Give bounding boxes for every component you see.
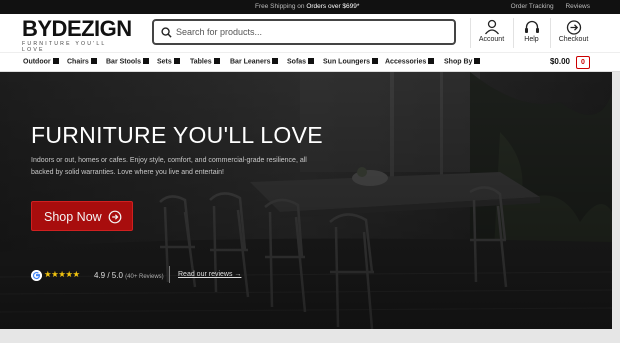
dropdown-indicator-icon — [372, 58, 379, 64]
nav-item-sun-loungers[interactable]: Sun Loungers — [323, 58, 379, 66]
dropdown-indicator-icon — [428, 58, 435, 64]
nav-item-accessories[interactable]: Accessories — [385, 58, 435, 66]
checkout-button[interactable]: Checkout — [550, 18, 596, 48]
search-icon — [161, 27, 172, 38]
nav-item-shop-by[interactable]: Shop By — [444, 58, 481, 66]
logo-wordmark: BYDEZIGN — [22, 16, 132, 41]
shop-now-label: Shop Now — [44, 210, 102, 224]
help-button[interactable]: Help — [513, 18, 549, 48]
nav-item-outdoor[interactable]: Outdoor — [23, 58, 59, 66]
shipping-notice: Free Shipping on Orders over $699* — [255, 3, 360, 10]
cart-button[interactable]: $0.00 0 — [550, 56, 590, 69]
dropdown-indicator-icon — [143, 58, 150, 64]
hero-subtitle: Indoors or out, homes or cafes. Enjoy st… — [31, 157, 307, 176]
star-rating: ★★★★★ — [44, 269, 80, 279]
dropdown-indicator-icon — [213, 58, 220, 64]
read-reviews-link[interactable]: Read our reviews → — [178, 271, 241, 278]
site-logo[interactable]: BYDEZIGN FURNITURE YOU'LL LOVE — [22, 16, 132, 54]
nav-item-chairs[interactable]: Chairs — [67, 58, 97, 66]
nav-item-tables[interactable]: Tables — [190, 58, 220, 66]
rating-divider — [169, 266, 170, 283]
hero-title: FURNITURE YOU'LL LOVE — [31, 122, 323, 148]
dropdown-indicator-icon — [173, 58, 180, 64]
cart-total: $0.00 — [549, 57, 570, 66]
user-icon — [484, 19, 500, 35]
reviews-link[interactable]: Reviews — [565, 3, 590, 10]
site-header: BYDEZIGN FURNITURE YOU'LL LOVE Account H… — [0, 14, 620, 54]
review-count: (40+ Reviews) — [125, 274, 164, 280]
dropdown-indicator-icon — [308, 58, 315, 64]
google-icon — [31, 270, 42, 281]
dropdown-indicator-icon — [272, 58, 279, 64]
nav-item-sofas[interactable]: Sofas — [287, 58, 315, 66]
cart-count-badge: 0 — [576, 56, 590, 69]
shop-now-button[interactable]: Shop Now — [31, 201, 133, 231]
arrow-circle-right-icon — [108, 210, 122, 224]
help-label: Help — [524, 36, 539, 43]
nav-item-bar-leaners[interactable]: Bar Leaners — [230, 58, 279, 66]
headset-icon — [525, 20, 539, 33]
order-tracking-link[interactable]: Order Tracking — [511, 3, 554, 10]
rating-score: 4.9 / 5.0 (40+ Reviews) — [94, 271, 164, 280]
announcement-bar: Free Shipping on Orders over $699* Order… — [0, 0, 620, 14]
top-links: Order Tracking Reviews — [501, 3, 590, 10]
account-button[interactable]: Account — [470, 18, 512, 48]
dropdown-indicator-icon — [474, 58, 481, 64]
hero-banner: FURNITURE YOU'LL LOVE Indoors or out, ho… — [0, 72, 612, 329]
nav-item-sets[interactable]: Sets — [157, 58, 180, 66]
dropdown-indicator-icon — [90, 58, 97, 64]
search-input[interactable] — [176, 25, 446, 39]
account-label: Account — [478, 36, 505, 43]
checkout-label: Checkout — [558, 36, 589, 43]
arrow-circle-right-icon — [566, 20, 582, 35]
nav-item-bar-stools[interactable]: Bar Stools — [106, 58, 150, 66]
main-nav: Outdoor Chairs Bar Stools Sets Tables Ba… — [0, 52, 620, 72]
search-box[interactable] — [152, 19, 456, 45]
dropdown-indicator-icon — [52, 58, 59, 64]
